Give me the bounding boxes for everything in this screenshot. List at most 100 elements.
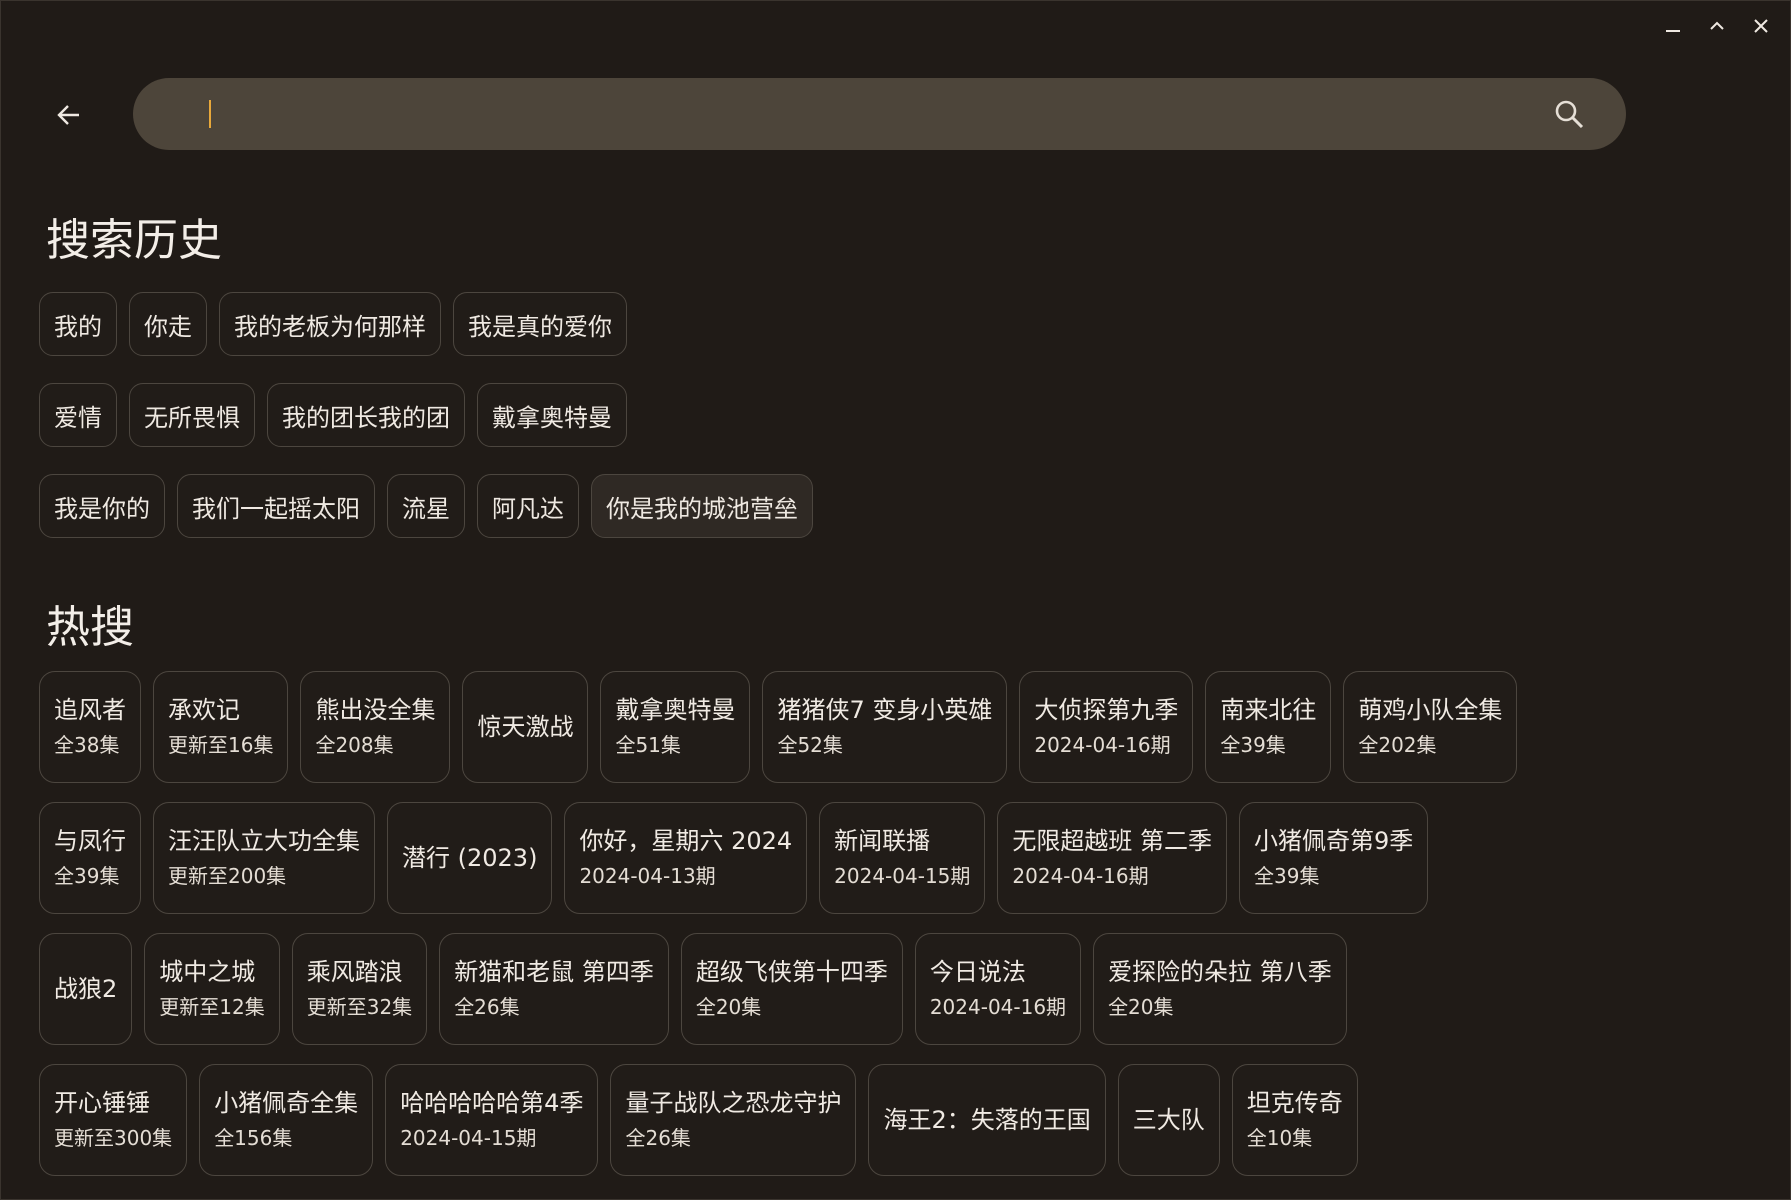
card-title: 超级飞侠第十四季	[695, 958, 888, 986]
hot-search-card[interactable]: 无限超越班 第二季 2024-04-16期	[997, 802, 1228, 914]
hot-search-card[interactable]: 乘风踏浪 更新至32集	[291, 933, 428, 1045]
card-title: 小猪佩奇第9季	[1254, 827, 1414, 855]
card-title: 潜行 (2023)	[402, 844, 538, 872]
card-subtitle: 全26集	[454, 995, 520, 1019]
maximize-button[interactable]	[1702, 11, 1732, 41]
history-chip[interactable]: 我是你的	[39, 474, 165, 538]
card-subtitle: 2024-04-16期	[1034, 733, 1171, 757]
hot-search-card[interactable]: 潜行 (2023)	[387, 802, 553, 914]
history-chip[interactable]: 我的	[39, 292, 117, 356]
card-subtitle: 2024-04-13期	[579, 864, 716, 888]
card-title: 与凤行	[54, 827, 126, 855]
search-input[interactable]	[209, 93, 1552, 135]
hot-search-card[interactable]: 超级飞侠第十四季全20集	[680, 933, 903, 1045]
hot-search-card[interactable]: 惊天激战	[462, 671, 589, 783]
hot-search-card[interactable]: 追风者 全38集	[39, 671, 141, 783]
hot-search-card[interactable]: 与凤行全39集	[39, 802, 141, 914]
hot-search-card[interactable]: 小猪佩奇第9季 全39集	[1239, 802, 1429, 914]
card-title: 承欢记	[168, 696, 240, 724]
history-chip[interactable]: 我是真的爱你	[453, 292, 627, 356]
card-subtitle: 更新至32集	[306, 995, 413, 1019]
history-chip[interactable]: 阿凡达	[477, 474, 579, 538]
card-subtitle: 更新至200集	[168, 864, 287, 888]
card-title: 开心锤锤	[54, 1089, 150, 1117]
card-subtitle: 全20集	[695, 995, 762, 1019]
card-title: 量子战队之恐龙守护	[625, 1089, 842, 1117]
arrow-left-icon	[57, 105, 79, 125]
hot-search-card[interactable]: 今日说法 2024-04-16期	[914, 933, 1082, 1045]
card-subtitle: 2024-04-16期	[1012, 864, 1149, 888]
card-subtitle: 全10集	[1246, 1126, 1313, 1150]
card-subtitle: 全156集	[214, 1126, 293, 1150]
history-row: 我的 你走 我的老板为何那样 我是真的爱你	[39, 292, 627, 356]
hot-search-card[interactable]: 新闻联播 2024-04-15期	[819, 802, 986, 914]
card-title: 无限超越班 第二季	[1012, 827, 1213, 855]
history-row: 爱情 无所畏惧 我的团长我的团 戴拿奥特曼	[39, 383, 627, 447]
back-button[interactable]	[49, 95, 89, 135]
hot-row: 开心锤锤 更新至300集 小猪佩奇全集 全156集 哈哈哈哈哈第4季 2024-04-15…	[39, 1064, 1358, 1176]
card-subtitle: 全52集	[777, 733, 843, 757]
card-subtitle: 更新至300集	[54, 1126, 173, 1150]
hot-search-card[interactable]: 量子战队之恐龙守护全26集	[610, 1064, 857, 1176]
card-subtitle: 全26集	[625, 1126, 691, 1150]
history-chip[interactable]: 无所畏惧	[129, 383, 255, 447]
hot-search-card[interactable]: 城中之城 更新至12集	[144, 933, 280, 1045]
card-subtitle: 更新至16集	[168, 733, 274, 757]
card-subtitle: 全202集	[1358, 733, 1437, 757]
hot-search-card[interactable]: 新猫和老鼠 第四季 全26集	[439, 933, 669, 1045]
history-row: 我是你的 我们一起摇太阳 流星 阿凡达 你是我的城池营垒	[39, 474, 813, 538]
card-title: 新闻联播	[834, 827, 931, 855]
history-chip[interactable]: 流星	[387, 474, 465, 538]
card-title: 追风者	[54, 696, 126, 724]
history-chip[interactable]: 我们一起摇太阳	[177, 474, 375, 538]
hot-search-card[interactable]: 萌鸡小队全集 全202集	[1343, 671, 1518, 783]
hot-search-card[interactable]: 大侦探第九季 2024-04-16期	[1019, 671, 1194, 783]
search-icon[interactable]	[1552, 97, 1586, 131]
history-chip[interactable]: 你走	[129, 292, 207, 356]
card-title: 猪猪侠7 变身小英雄	[777, 696, 993, 724]
history-chip[interactable]: 爱情	[39, 383, 117, 447]
card-title: 汪汪队立大功全集	[168, 827, 360, 855]
card-title: 爱探险的朵拉 第八季	[1108, 958, 1332, 986]
hot-search-card[interactable]: 哈哈哈哈哈第4季 2024-04-15期	[385, 1064, 599, 1176]
hot-search-card[interactable]: 坦克传奇全10集	[1231, 1064, 1358, 1176]
card-title: 三大队	[1132, 1106, 1205, 1134]
hot-search-card[interactable]: 承欢记更新至16集	[153, 671, 289, 783]
hot-search-card[interactable]: 猪猪侠7 变身小英雄全52集	[762, 671, 1008, 783]
hot-search-card[interactable]: 小猪佩奇全集全156集	[199, 1064, 374, 1176]
history-chip[interactable]: 我的老板为何那样	[219, 292, 441, 356]
history-chip[interactable]: 我的团长我的团	[267, 383, 465, 447]
hot-search-card[interactable]: 爱探险的朵拉 第八季 全20集	[1093, 933, 1347, 1045]
card-title: 今日说法	[929, 958, 1026, 986]
hot-search-title: 热搜	[46, 602, 134, 653]
history-title: 搜索历史	[46, 215, 222, 266]
card-subtitle: 全39集	[1220, 733, 1286, 757]
text-caret	[209, 100, 211, 128]
minimize-icon	[1666, 30, 1680, 32]
card-title: 城中之城	[159, 958, 256, 986]
hot-search-card[interactable]: 熊出没全集 全208集	[300, 671, 451, 783]
card-title: 惊天激战	[477, 713, 574, 741]
history-chip[interactable]: 戴拿奥特曼	[477, 383, 627, 447]
hot-search-card[interactable]: 海王2：失落的王国	[868, 1064, 1106, 1176]
hot-search-card[interactable]: 三大队	[1117, 1064, 1220, 1176]
hot-search-card[interactable]: 南来北往全39集	[1205, 671, 1332, 783]
minimize-button[interactable]	[1658, 11, 1688, 41]
card-title: 坦克传奇	[1246, 1089, 1343, 1117]
card-title: 南来北往	[1220, 696, 1317, 724]
hot-search-card[interactable]: 戴拿奥特曼 全51集	[600, 671, 751, 783]
card-title: 大侦探第九季	[1034, 696, 1179, 724]
card-subtitle: 2024-04-15期	[834, 864, 971, 888]
hot-search-card[interactable]: 你好，星期六 2024 2024-04-13期	[564, 802, 808, 914]
card-subtitle: 全39集	[54, 864, 120, 888]
card-title: 熊出没全集	[315, 696, 436, 724]
card-title: 小猪佩奇全集	[214, 1089, 359, 1117]
hot-search-card[interactable]: 开心锤锤更新至300集	[39, 1064, 188, 1176]
hot-search-card[interactable]: 战狼2	[39, 933, 133, 1045]
close-button[interactable]	[1746, 11, 1776, 41]
hot-search-card[interactable]: 汪汪队立大功全集更新至200集	[153, 802, 375, 914]
card-subtitle: 全51集	[615, 733, 681, 757]
card-title: 哈哈哈哈哈第4季	[400, 1089, 584, 1117]
chevron-up-icon	[1710, 21, 1724, 30]
history-chip[interactable]: 你是我的城池营垒	[591, 474, 813, 538]
